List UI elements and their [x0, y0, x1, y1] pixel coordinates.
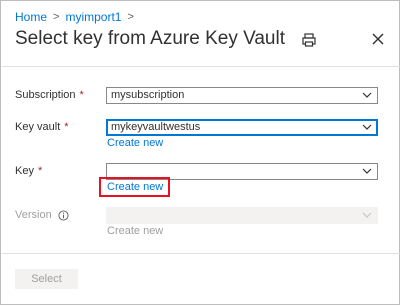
highlight-box — [99, 177, 170, 197]
dialog-panel: Home > myimport1 > Select key from Azure… — [0, 0, 400, 305]
page-title: Select key from Azure Key Vault — [15, 28, 285, 49]
print-icon[interactable] — [301, 32, 317, 48]
chevron-down-icon — [362, 124, 372, 130]
chevron-down-icon — [362, 168, 372, 174]
subscription-label: Subscription * — [15, 89, 84, 101]
version-dropdown[interactable] — [106, 207, 378, 224]
chevron-down-icon — [362, 92, 372, 98]
chevron-right-icon: > — [53, 11, 60, 23]
breadcrumb-myimport1[interactable]: myimport1 — [65, 10, 121, 24]
close-icon[interactable] — [369, 30, 387, 48]
info-icon — [58, 209, 69, 221]
chevron-right-icon: > — [127, 11, 134, 23]
key-label: Key * — [15, 165, 43, 177]
select-button[interactable]: Select — [15, 269, 78, 289]
chevron-down-icon — [362, 212, 372, 218]
key-vault-value: mykeyvaultwestus — [111, 121, 201, 133]
key-vault-dropdown[interactable]: mykeyvaultwestus — [106, 119, 378, 136]
footer-divider — [2, 253, 400, 254]
header-divider — [2, 66, 400, 67]
version-label: Version — [15, 209, 69, 221]
key-vault-create-new-link[interactable]: Create new — [107, 137, 163, 149]
breadcrumb-home[interactable]: Home — [15, 10, 47, 24]
subscription-dropdown[interactable]: mysubscription — [106, 87, 378, 104]
subscription-value: mysubscription — [111, 89, 185, 101]
breadcrumb: Home > myimport1 > — [15, 9, 140, 25]
key-vault-label: Key vault * — [15, 121, 69, 133]
version-create-new-link: Create new — [107, 225, 164, 237]
